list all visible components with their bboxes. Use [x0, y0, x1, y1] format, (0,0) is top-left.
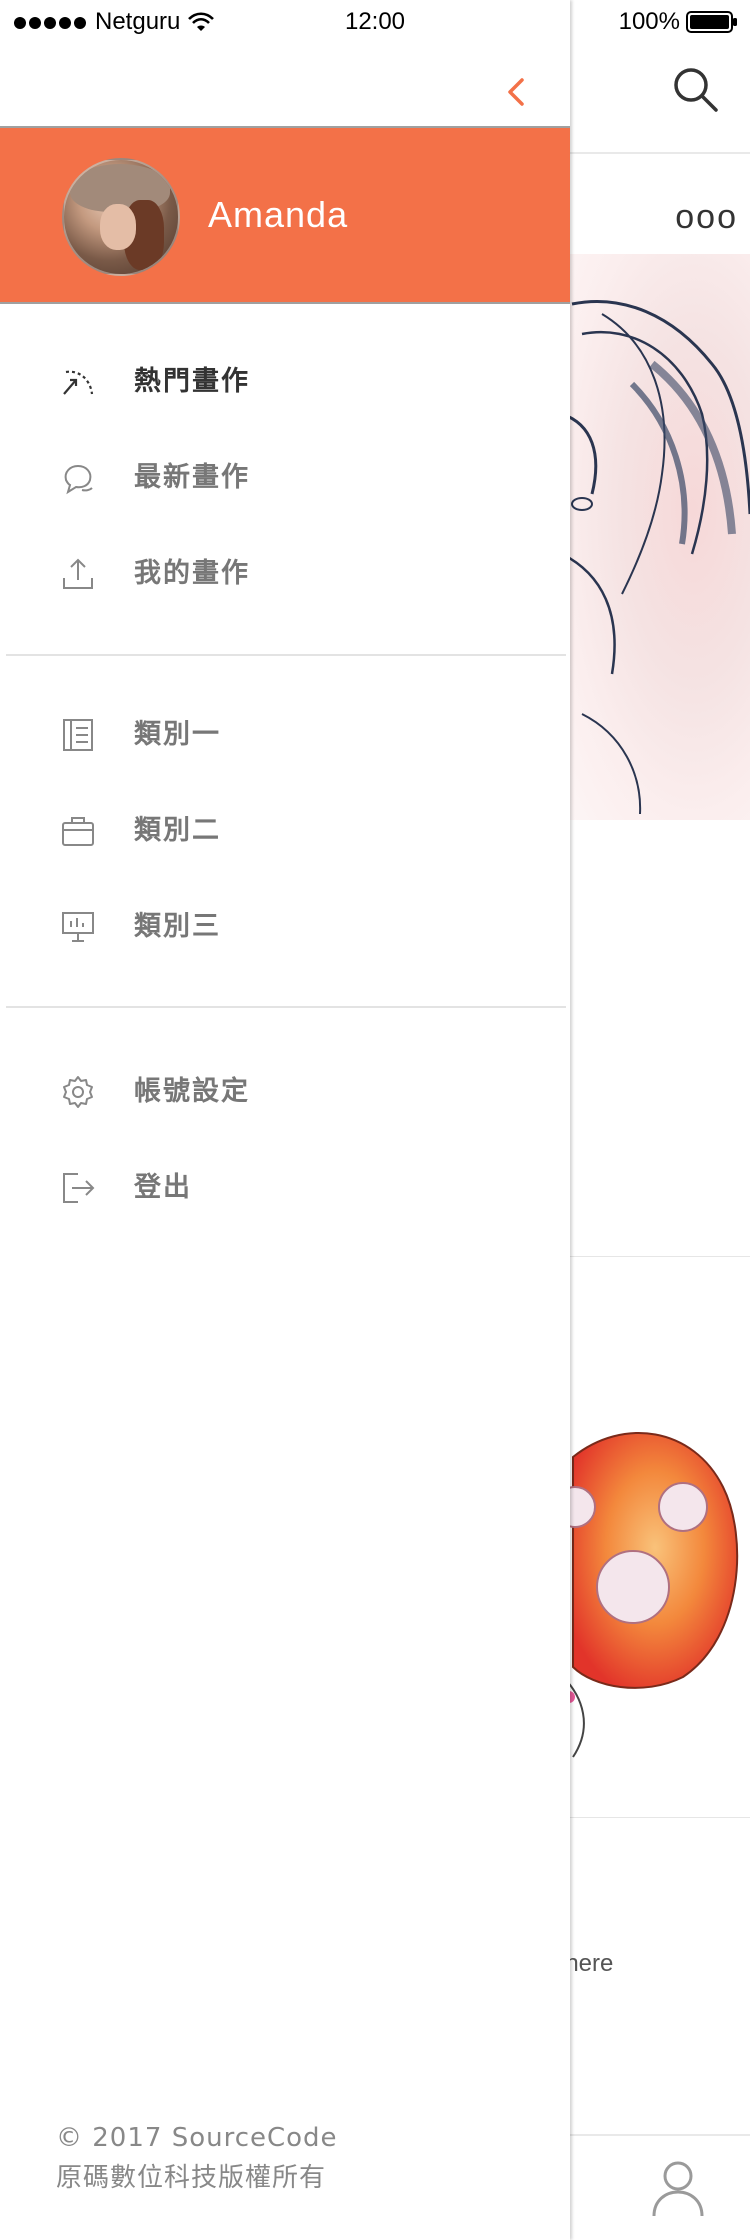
upload-icon: [63, 558, 93, 589]
menu-label: 類別一: [134, 719, 221, 750]
more-options-icon[interactable]: ooo: [675, 198, 738, 237]
navigation-drawer: Amanda 熱門畫作 最新畫作 我的畫作 類別一 類別二 類別三 帳號設定 登…: [0, 0, 570, 2240]
profile-header[interactable]: Amanda: [0, 126, 570, 304]
menu-item-category-1[interactable]: 類別一: [0, 687, 570, 783]
menu-item-hot-works[interactable]: 熱門畫作: [0, 334, 570, 430]
battery-percent: 100%: [618, 8, 680, 35]
menu-item-account-settings[interactable]: 帳號設定: [0, 1044, 570, 1140]
divider: [6, 1006, 566, 1008]
artwork-card[interactable]: [562, 254, 750, 820]
briefcase-icon: [62, 817, 94, 846]
chat-bubbles-icon: [64, 464, 93, 495]
avatar[interactable]: [62, 158, 180, 276]
menu-label: 熱門畫作: [134, 366, 250, 397]
gear-icon: [63, 1076, 93, 1108]
profile-name: Amanda: [208, 194, 349, 235]
menu-label: 帳號設定: [134, 1076, 250, 1107]
notebook-icon: [63, 719, 93, 751]
user-icon[interactable]: [646, 2156, 710, 2220]
artwork-card[interactable]: [562, 1256, 750, 1818]
menu-item-category-3[interactable]: 類別三: [0, 879, 570, 975]
menu-item-my-works[interactable]: 我的畫作: [0, 526, 570, 622]
status-bar: Netguru 12:00 100%: [0, 0, 750, 44]
menu-label: 我的畫作: [134, 558, 250, 589]
trending-icon: [63, 370, 94, 395]
rights-text: 原碼數位科技版權所有: [56, 2163, 327, 2193]
menu-label: 類別二: [134, 815, 221, 846]
menu-item-logout[interactable]: 登出: [0, 1140, 570, 1236]
search-icon[interactable]: [668, 62, 724, 118]
menu-item-category-2[interactable]: 類別二: [0, 783, 570, 879]
divider: [6, 654, 566, 656]
menu-label: 類別三: [134, 911, 221, 942]
footer: © 2017 SourceCode 原碼數位科技版權所有: [56, 2118, 338, 2198]
presentation-icon: [62, 912, 94, 942]
artwork-illustration: [563, 1432, 739, 1758]
battery-icon: [686, 11, 737, 33]
copyright-text: © 2017 SourceCode: [56, 2123, 338, 2153]
logout-icon: [63, 1173, 95, 1203]
menu-label: 最新畫作: [134, 462, 250, 493]
menu-label: 登出: [134, 1172, 192, 1203]
artwork-illustration: [562, 300, 750, 815]
menu-item-latest-works[interactable]: 最新畫作: [0, 430, 570, 526]
chevron-left-icon[interactable]: [502, 72, 532, 112]
